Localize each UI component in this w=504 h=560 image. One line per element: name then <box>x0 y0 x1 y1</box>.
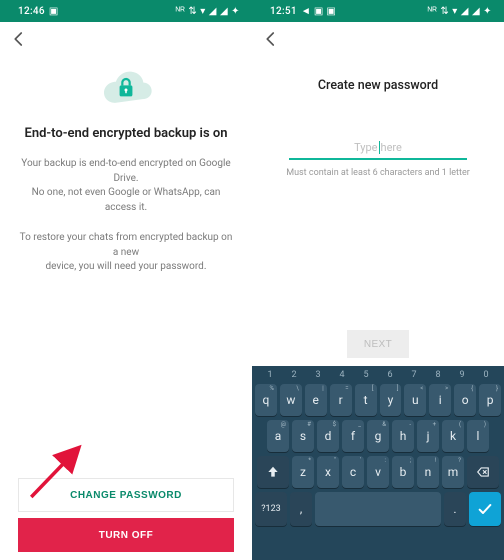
key-m[interactable]: m? <box>442 456 464 488</box>
key-k[interactable]: k( <box>442 420 464 452</box>
key-p[interactable]: p} <box>479 384 501 416</box>
number-hint: 1 <box>259 370 281 380</box>
number-hint: 0 <box>475 370 497 380</box>
back-icon[interactable] <box>262 30 280 48</box>
number-hint: 3 <box>307 370 329 380</box>
number-hint: 9 <box>451 370 473 380</box>
number-hint: 5 <box>355 370 377 380</box>
soft-keyboard: 1234567890 q%w\e|r=t[y]u<i>o{p} a@s#d$f_… <box>252 366 504 560</box>
app-bar <box>252 22 504 56</box>
key-j[interactable]: j+ <box>417 420 439 452</box>
change-password-button[interactable]: CHANGE PASSWORD <box>18 478 234 512</box>
status-right-icons: ᴺᴿ ⇅ ▾ ◢ ◢ ✦ <box>176 6 240 17</box>
status-bar: 12:51 ◄ ▣ ▣ ᴺᴿ ⇅ ▾ ◢ ◢ ✦ <box>252 0 504 22</box>
shift-key[interactable] <box>257 456 289 488</box>
status-time: 12:46 <box>18 6 45 17</box>
space-key[interactable] <box>315 492 441 526</box>
number-hint: 2 <box>283 370 305 380</box>
encrypted-cloud-icon <box>96 68 156 112</box>
key-f[interactable]: f_ <box>342 420 364 452</box>
period-key[interactable]: . <box>444 492 466 526</box>
comma-key[interactable]: , <box>290 492 312 526</box>
keyboard-row-2: a@s#d$f_g&h-j+k(l) <box>255 420 501 452</box>
key-c[interactable]: c' <box>342 456 364 488</box>
status-bar: 12:46 ▣ ᴺᴿ ⇅ ▾ ◢ ◢ ✦ <box>0 0 252 22</box>
number-hint: 7 <box>403 370 425 380</box>
status-left-icons: ◄ ▣ ▣ <box>301 6 336 17</box>
status-right-icons: ᴺᴿ ⇅ ▾ ◢ ◢ ✦ <box>428 6 492 17</box>
keyboard-number-hints: 1234567890 <box>255 370 501 380</box>
keyboard-bottom-row: ?123 , . <box>255 492 501 526</box>
number-hint: 8 <box>427 370 449 380</box>
status-time: 12:51 <box>270 6 297 17</box>
backspace-key[interactable] <box>467 456 499 488</box>
turn-off-button[interactable]: TURN OFF <box>18 518 234 552</box>
key-l[interactable]: l) <box>467 420 489 452</box>
screen-create-password: 12:51 ◄ ▣ ▣ ᴺᴿ ⇅ ▾ ◢ ◢ ✦ Create new pass… <box>252 0 504 560</box>
key-o[interactable]: o{ <box>454 384 476 416</box>
key-s[interactable]: s# <box>292 420 314 452</box>
key-y[interactable]: y] <box>380 384 402 416</box>
description-2: To restore your chats from encrypted bac… <box>18 231 234 275</box>
key-b[interactable]: b; <box>392 456 414 488</box>
app-bar <box>0 22 252 56</box>
keyboard-row-3: z*x"c'v:b;n!m? <box>255 456 501 488</box>
page-title: Create new password <box>318 78 438 93</box>
key-d[interactable]: d$ <box>317 420 339 452</box>
password-field-wrap: Typehere <box>289 137 466 160</box>
key-i[interactable]: i> <box>429 384 451 416</box>
key-z[interactable]: z* <box>292 456 314 488</box>
text-caret-icon <box>379 141 380 154</box>
key-h[interactable]: h- <box>392 420 414 452</box>
status-left-icons: ▣ <box>49 6 59 17</box>
back-icon[interactable] <box>10 30 28 48</box>
key-e[interactable]: e| <box>305 384 327 416</box>
number-hint: 4 <box>331 370 353 380</box>
content: Create new password Typehere Must contai… <box>252 56 504 366</box>
bottom-buttons: CHANGE PASSWORD TURN OFF <box>18 478 234 560</box>
password-hint: Must contain at least 6 characters and 1… <box>286 168 470 178</box>
screen-backup-settings: 12:46 ▣ ᴺᴿ ⇅ ▾ ◢ ◢ ✦ End-to-end encrypte… <box>0 0 252 560</box>
keyboard-row-1: q%w\e|r=t[y]u<i>o{p} <box>255 384 501 416</box>
number-hint: 6 <box>379 370 401 380</box>
key-t[interactable]: t[ <box>355 384 377 416</box>
page-title: End-to-end encrypted backup is on <box>25 126 228 141</box>
key-v[interactable]: v: <box>367 456 389 488</box>
content: End-to-end encrypted backup is on Your b… <box>0 56 252 560</box>
enter-key[interactable] <box>469 492 501 526</box>
symbols-key[interactable]: ?123 <box>255 492 287 526</box>
password-input[interactable]: Typehere <box>289 137 466 160</box>
key-g[interactable]: g& <box>367 420 389 452</box>
key-w[interactable]: w\ <box>280 384 302 416</box>
next-button[interactable]: NEXT <box>347 330 409 358</box>
key-x[interactable]: x" <box>317 456 339 488</box>
description-1: Your backup is end-to-end encrypted on G… <box>18 157 234 215</box>
key-a[interactable]: a@ <box>267 420 289 452</box>
key-q[interactable]: q% <box>255 384 277 416</box>
key-r[interactable]: r= <box>330 384 352 416</box>
key-u[interactable]: u< <box>404 384 426 416</box>
key-n[interactable]: n! <box>417 456 439 488</box>
